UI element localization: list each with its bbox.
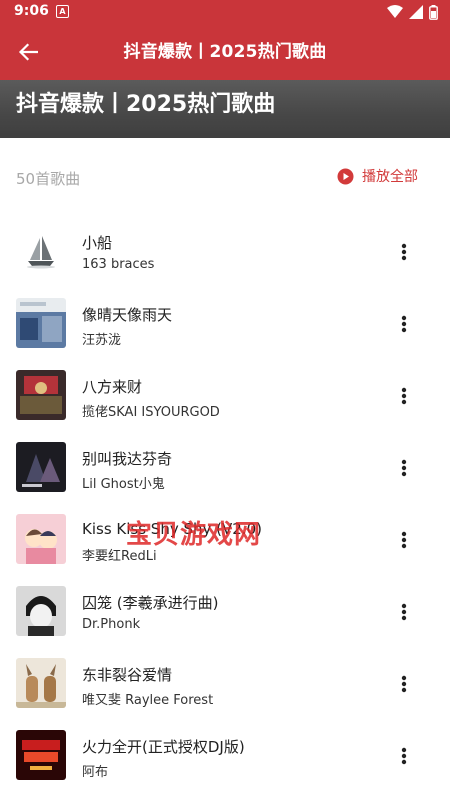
album-cover bbox=[16, 298, 66, 348]
album-cover bbox=[16, 658, 66, 708]
song-title: 小船 bbox=[82, 234, 113, 252]
more-options-icon[interactable] bbox=[392, 744, 416, 768]
app-bar-title: 抖音爆款丨2025热门歌曲 bbox=[123, 42, 327, 62]
album-cover bbox=[16, 442, 66, 492]
more-options-icon[interactable] bbox=[392, 312, 416, 336]
song-artist: 揽佬SKAI ISYOURGOD bbox=[82, 405, 220, 420]
song-row[interactable]: 火力全开(正式授权DJ版) 阿布 bbox=[0, 720, 450, 792]
song-artist: Lil Ghost小鬼 bbox=[82, 477, 165, 492]
song-title: Kiss Kiss Shy Shy (V2.0) bbox=[82, 520, 262, 538]
song-artist: Dr.Phonk bbox=[82, 617, 141, 632]
song-title: 火力全开(正式授权DJ版) bbox=[82, 738, 245, 756]
play-circle-icon bbox=[337, 168, 354, 184]
status-icons bbox=[387, 4, 438, 20]
song-row[interactable]: 囚笼 (李羲承进行曲) Dr.Phonk bbox=[0, 576, 450, 648]
song-title: 八方来财 bbox=[82, 378, 143, 396]
song-row[interactable]: 东非裂谷爱情 唯又斐 Raylee Forest bbox=[0, 648, 450, 720]
song-row[interactable]: 像晴天像雨天 汪苏泷 bbox=[0, 288, 450, 360]
more-options-icon[interactable] bbox=[392, 240, 416, 264]
song-row[interactable]: Kiss Kiss Shy Shy (V2.0) 李要红RedLi bbox=[0, 504, 450, 576]
song-artist: 阿布 bbox=[82, 765, 109, 780]
song-title: 囚笼 (李羲承进行曲) bbox=[82, 594, 219, 612]
list-header: 50首歌曲 播放全部 bbox=[0, 160, 450, 196]
back-arrow-icon[interactable] bbox=[12, 36, 44, 68]
song-title: 像晴天像雨天 bbox=[82, 306, 173, 324]
more-options-icon[interactable] bbox=[392, 528, 416, 552]
album-cover bbox=[16, 370, 66, 420]
song-artist: 汪苏泷 bbox=[82, 333, 122, 348]
song-artist: 唯又斐 Raylee Forest bbox=[82, 693, 214, 708]
album-cover bbox=[16, 586, 66, 636]
song-title: 别叫我达芬奇 bbox=[82, 450, 173, 468]
song-count: 50首歌曲 bbox=[16, 170, 81, 188]
status-bar: 9:06 A bbox=[0, 0, 450, 24]
app-bar: 抖音爆款丨2025热门歌曲 bbox=[0, 24, 450, 80]
song-row[interactable]: 别叫我达芬奇 Lil Ghost小鬼 bbox=[0, 432, 450, 504]
play-all-label: 播放全部 bbox=[362, 169, 418, 185]
album-cover bbox=[16, 226, 66, 276]
battery-icon bbox=[429, 4, 438, 20]
more-options-icon[interactable] bbox=[392, 672, 416, 696]
wifi-icon bbox=[387, 5, 403, 18]
album-cover bbox=[16, 514, 66, 564]
song-row[interactable]: 小船 163 braces bbox=[0, 216, 450, 288]
playlist-hero: 抖音爆款丨2025热门歌曲 bbox=[0, 80, 450, 138]
song-list: 小船 163 braces 像晴天像雨天 汪苏泷 八方来财 揽佬SKAI ISY… bbox=[0, 216, 450, 792]
song-artist: 163 braces bbox=[82, 257, 155, 272]
more-options-icon[interactable] bbox=[392, 456, 416, 480]
more-options-icon[interactable] bbox=[392, 600, 416, 624]
album-cover bbox=[16, 730, 66, 780]
song-title: 东非裂谷爱情 bbox=[82, 666, 173, 684]
more-options-icon[interactable] bbox=[392, 384, 416, 408]
notification-icon: A bbox=[56, 5, 69, 18]
signal-icon bbox=[409, 5, 423, 19]
song-row[interactable]: 八方来财 揽佬SKAI ISYOURGOD bbox=[0, 360, 450, 432]
song-artist: 李要红RedLi bbox=[82, 549, 157, 564]
playlist-title: 抖音爆款丨2025热门歌曲 bbox=[16, 92, 276, 117]
status-time: 9:06 bbox=[14, 3, 49, 19]
play-all-button[interactable]: 播放全部 bbox=[337, 166, 418, 186]
